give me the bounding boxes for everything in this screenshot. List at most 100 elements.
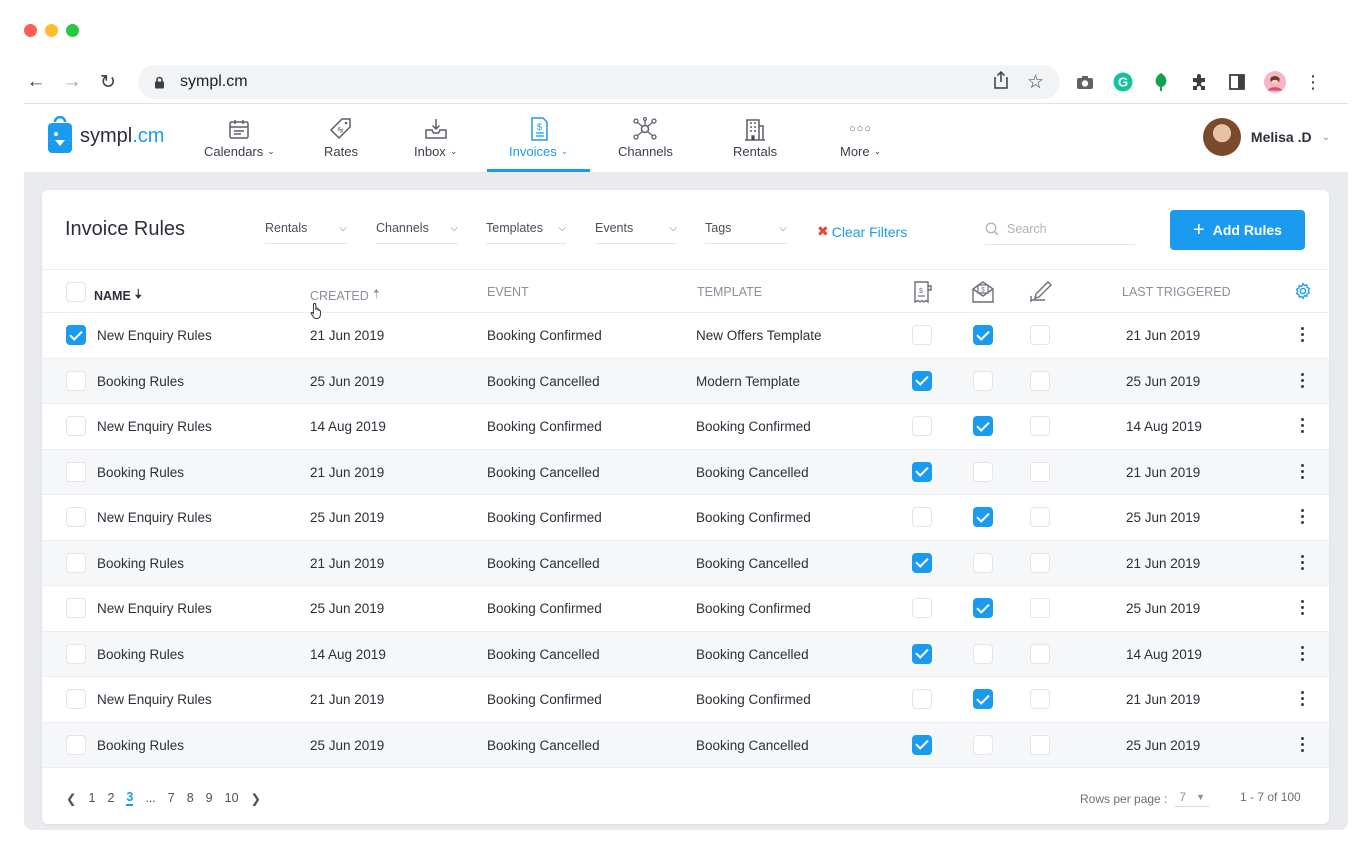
rows-per-page-select[interactable]: 7 ▼ <box>1175 790 1209 807</box>
table-row[interactable]: Booking Rules 14 Aug 2019 Booking Cancelle… <box>42 631 1329 677</box>
rule-name[interactable]: Booking Rules <box>97 647 184 662</box>
page-number[interactable]: 1 <box>88 791 95 805</box>
prev-page-icon[interactable]: ❮ <box>66 791 76 806</box>
column-header-name[interactable]: NAME 🠣 <box>94 285 142 306</box>
page-number[interactable]: 9 <box>206 791 213 805</box>
row-select-checkbox[interactable] <box>66 689 86 709</box>
row-menu-icon[interactable] <box>1301 645 1305 661</box>
receipt-toggle-checkbox[interactable] <box>912 598 932 618</box>
nav-rates[interactable]: $ Rates <box>324 116 358 172</box>
email-toggle-checkbox[interactable] <box>973 416 993 436</box>
sign-toggle-checkbox[interactable] <box>1030 461 1050 482</box>
extensions-puzzle-icon[interactable] <box>1188 71 1210 93</box>
pen-sign-icon[interactable] <box>1028 279 1054 305</box>
rule-name[interactable]: New Enquiry Rules <box>97 328 212 343</box>
column-header-last-triggered[interactable]: LAST TRIGGERED <box>1122 285 1231 299</box>
receipt-toggle-checkbox[interactable] <box>912 552 932 573</box>
page-number[interactable]: 2 <box>107 791 114 805</box>
receipt-toggle-checkbox[interactable] <box>912 643 932 664</box>
table-row[interactable]: New Enquiry Rules 14 Aug 2019 Booking Conf… <box>42 404 1329 450</box>
sign-toggle-checkbox[interactable] <box>1030 416 1050 436</box>
receipt-toggle-checkbox[interactable] <box>912 416 932 436</box>
sign-toggle-checkbox[interactable] <box>1030 643 1050 664</box>
page-number[interactable]: 8 <box>187 791 194 805</box>
row-select-checkbox[interactable] <box>66 461 86 482</box>
table-row[interactable]: New Enquiry Rules 21 Jun 2019 Booking Conf… <box>42 313 1329 359</box>
receipt-toggle-checkbox[interactable] <box>912 734 932 755</box>
nav-rentals[interactable]: Rentals <box>733 116 777 172</box>
nav-more[interactable]: ○○○ More ⌄ <box>840 116 881 172</box>
side-panel-icon[interactable] <box>1226 71 1248 93</box>
filter-rentals[interactable]: Rentals ⌵ <box>265 221 347 244</box>
search-input[interactable] <box>1007 222 1117 236</box>
leaf-extension-icon[interactable] <box>1150 71 1172 93</box>
grammarly-extension-icon[interactable]: G <box>1112 71 1134 93</box>
table-row[interactable]: New Enquiry Rules 21 Jun 2019 Booking Conf… <box>42 677 1329 723</box>
row-select-checkbox[interactable] <box>66 734 86 755</box>
receipt-toggle-checkbox[interactable] <box>912 461 932 482</box>
bookmark-star-icon[interactable]: ☆ <box>1027 71 1044 94</box>
row-select-checkbox[interactable] <box>66 598 86 618</box>
email-toggle-checkbox[interactable] <box>973 689 993 709</box>
row-menu-icon[interactable] <box>1301 418 1305 433</box>
back-icon[interactable]: ← <box>24 70 48 94</box>
row-menu-icon[interactable] <box>1301 736 1305 752</box>
row-select-checkbox[interactable] <box>66 643 86 664</box>
page-number[interactable]: 3 <box>126 790 134 806</box>
table-row[interactable]: Booking Rules 21 Jun 2019 Booking Cancelle… <box>42 449 1329 495</box>
app-logo[interactable]: sympl.cm <box>46 116 164 156</box>
table-row[interactable]: New Enquiry Rules 25 Jun 2019 Booking Conf… <box>42 495 1329 541</box>
rule-name[interactable]: New Enquiry Rules <box>97 510 212 525</box>
sign-toggle-checkbox[interactable] <box>1030 598 1050 618</box>
rule-name[interactable]: New Enquiry Rules <box>97 692 212 707</box>
sign-toggle-checkbox[interactable] <box>1030 689 1050 709</box>
page-number[interactable]: 10 <box>225 791 239 805</box>
filter-tags[interactable]: Tags ⌵ <box>705 221 787 244</box>
settings-gear-icon[interactable] <box>1294 282 1320 308</box>
row-menu-icon[interactable] <box>1301 327 1305 342</box>
row-select-checkbox[interactable] <box>66 370 86 391</box>
column-header-template[interactable]: TEMPLATE <box>697 285 762 299</box>
row-menu-icon[interactable] <box>1301 600 1305 615</box>
row-select-checkbox[interactable] <box>66 416 86 436</box>
nav-calendars[interactable]: Calendars ⌄ <box>204 116 275 172</box>
rule-name[interactable]: Booking Rules <box>97 374 184 389</box>
rule-name[interactable]: Booking Rules <box>97 556 184 571</box>
row-menu-icon[interactable] <box>1301 554 1305 570</box>
row-menu-icon[interactable] <box>1301 372 1305 388</box>
row-select-checkbox[interactable] <box>66 325 86 345</box>
forward-icon[interactable]: → <box>60 70 84 94</box>
camera-extension-icon[interactable] <box>1074 71 1096 93</box>
sign-toggle-checkbox[interactable] <box>1030 370 1050 391</box>
close-window-button[interactable] <box>24 24 37 37</box>
row-menu-icon[interactable] <box>1301 509 1305 524</box>
clear-filters-button[interactable]: ✖ Clear Filters <box>817 223 907 240</box>
rule-name[interactable]: Booking Rules <box>97 465 184 480</box>
rule-name[interactable]: New Enquiry Rules <box>97 601 212 616</box>
nav-channels[interactable]: Channels <box>618 116 673 172</box>
share-icon[interactable] <box>993 70 1009 94</box>
page-number[interactable]: 7 <box>168 791 175 805</box>
email-toggle-checkbox[interactable] <box>973 643 993 664</box>
email-toggle-checkbox[interactable] <box>973 552 993 573</box>
row-select-checkbox[interactable] <box>66 552 86 573</box>
select-all-checkbox[interactable] <box>66 282 86 302</box>
receipt-toggle-checkbox[interactable] <box>912 325 932 345</box>
email-toggle-checkbox[interactable] <box>973 734 993 755</box>
sign-toggle-checkbox[interactable] <box>1030 325 1050 345</box>
column-header-event[interactable]: EVENT <box>487 285 529 299</box>
nav-inbox[interactable]: Inbox ⌄ <box>414 116 457 172</box>
filter-templates[interactable]: Templates ⌵ <box>486 221 566 244</box>
email-toggle-checkbox[interactable] <box>973 325 993 345</box>
row-menu-icon[interactable] <box>1301 691 1305 706</box>
filter-events[interactable]: Events ⌵ <box>595 221 677 244</box>
table-row[interactable]: Booking Rules 25 Jun 2019 Booking Cancelle… <box>42 358 1329 404</box>
row-select-checkbox[interactable] <box>66 507 86 527</box>
receipt-icon[interactable]: $ <box>910 279 936 305</box>
rule-name[interactable]: New Enquiry Rules <box>97 419 212 434</box>
receipt-toggle-checkbox[interactable] <box>912 370 932 391</box>
email-invoice-icon[interactable]: $ <box>970 279 996 305</box>
filter-channels[interactable]: Channels ⌵ <box>376 221 458 244</box>
sign-toggle-checkbox[interactable] <box>1030 507 1050 527</box>
user-menu[interactable]: Melisa .D ⌄ <box>1202 118 1330 156</box>
